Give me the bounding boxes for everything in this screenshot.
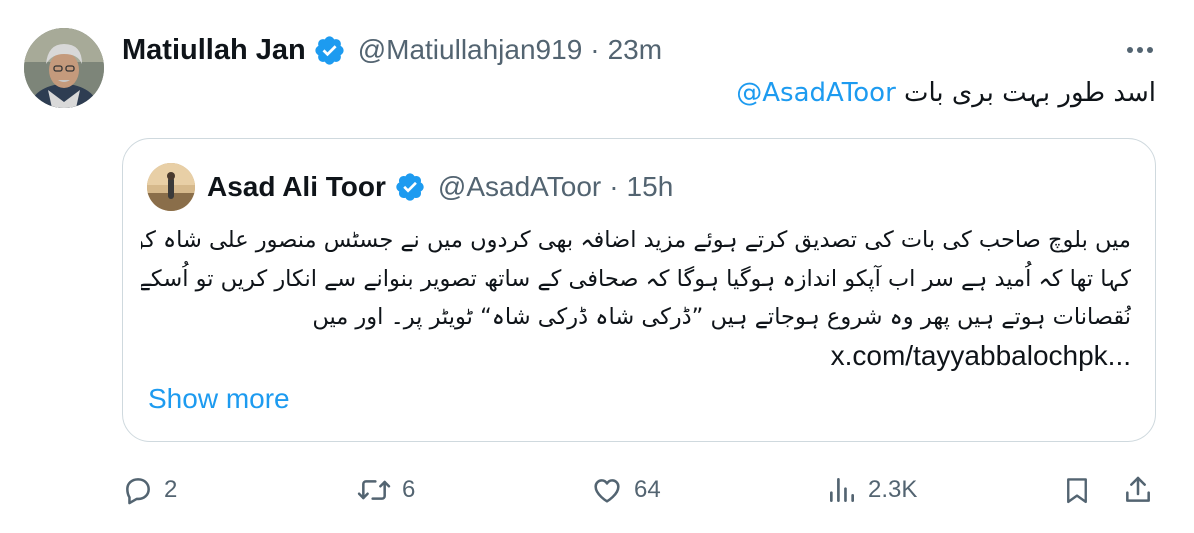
quoted-author-avatar[interactable] — [147, 163, 195, 211]
action-bar: 2 6 64 2.3K — [0, 468, 1194, 512]
author-avatar[interactable] — [24, 28, 104, 108]
tweet-timestamp[interactable]: 23m — [608, 34, 662, 66]
show-more-link[interactable]: Show more — [148, 383, 290, 415]
like-button[interactable]: 64 — [590, 468, 661, 512]
separator-dot: · — [590, 34, 600, 65]
quoted-tweet[interactable]: Asad Ali Toor @AsadAToor · 15h میں بلوچ … — [122, 138, 1156, 442]
tweet[interactable]: Matiullah Jan @Matiullahjan919 · 23m اسد… — [0, 0, 1194, 533]
views-count: 2.3K — [868, 476, 918, 503]
tweet-body: اسد طور بہت بری بات — [904, 78, 1156, 108]
quoted-header: Asad Ali Toor @AsadAToor · 15h — [207, 167, 673, 207]
reply-button[interactable]: 2 — [122, 468, 177, 512]
share-button[interactable] — [1122, 468, 1154, 512]
retweet-icon — [357, 480, 391, 500]
reply-count: 2 — [164, 476, 178, 503]
tweet-text: اسد طور بہت بری بات @AsadAToor — [736, 72, 1156, 114]
quoted-timestamp: 15h — [626, 171, 674, 202]
heart-icon — [594, 479, 620, 503]
quoted-text-line: میں بلوچ صاحب کی بات کی تصدیق کرتے ہوئے … — [141, 227, 1131, 253]
quoted-author-name: Asad Ali Toor — [207, 171, 386, 202]
author-handle[interactable]: @Matiullahjan919 — [358, 34, 583, 66]
quoted-text-line: کہا تھا کہ اُمید ہے سر اب آپکو اندازہ ہو… — [141, 265, 1131, 292]
quoted-author-handle: @AsadAToor — [437, 171, 602, 202]
author-name[interactable]: Matiullah Jan — [122, 34, 306, 67]
retweet-count: 6 — [402, 476, 416, 503]
like-count: 64 — [634, 476, 661, 503]
verified-badge-icon — [315, 35, 344, 65]
quoted-link[interactable]: x.com/tayyabbalochpk... — [141, 337, 1131, 376]
verified-badge-icon — [396, 173, 424, 201]
bookmark-button[interactable] — [1062, 468, 1092, 512]
reply-icon — [126, 478, 150, 505]
share-icon — [1126, 476, 1150, 502]
bookmark-icon — [1067, 478, 1087, 504]
quoted-text: میں بلوچ صاحب کی بات کی تصدیق کرتے ہوئے … — [141, 221, 1131, 375]
retweet-button[interactable]: 6 — [356, 468, 415, 512]
quoted-text-line: نُقصانات ہوتے ہیں پھر وہ شروع ہوجاتے ہیں… — [312, 304, 1131, 330]
tweet-header: Matiullah Jan @Matiullahjan919 · 23m — [122, 30, 662, 70]
separator-dot: · — [609, 171, 619, 202]
more-options-icon[interactable] — [1122, 34, 1158, 66]
views-button[interactable]: 2.3K — [826, 468, 917, 512]
views-chart-icon — [830, 478, 854, 502]
mention-link[interactable]: @AsadAToor — [736, 78, 896, 108]
